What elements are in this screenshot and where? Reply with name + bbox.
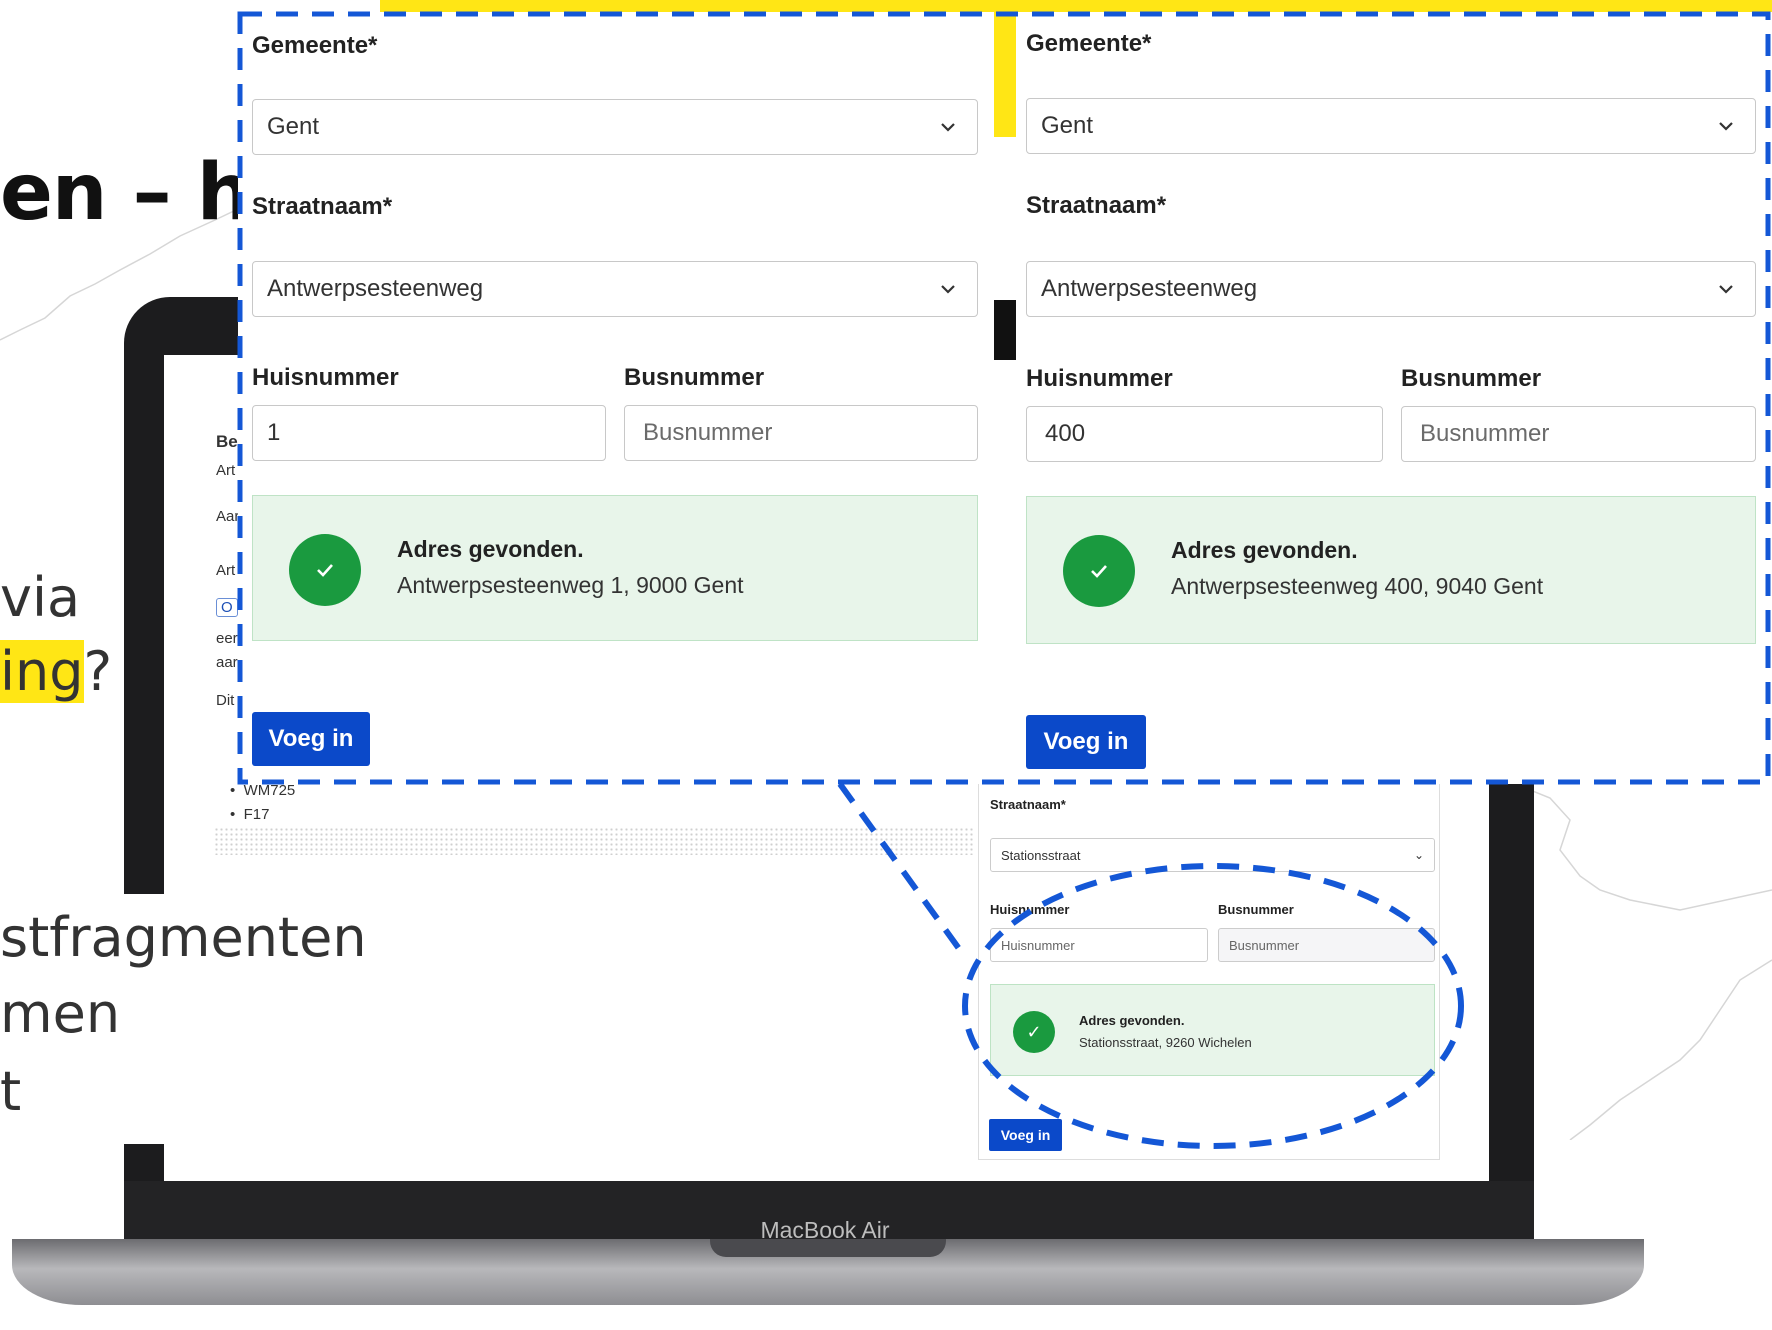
zoom-callout-outline: [237, 11, 1771, 1149]
